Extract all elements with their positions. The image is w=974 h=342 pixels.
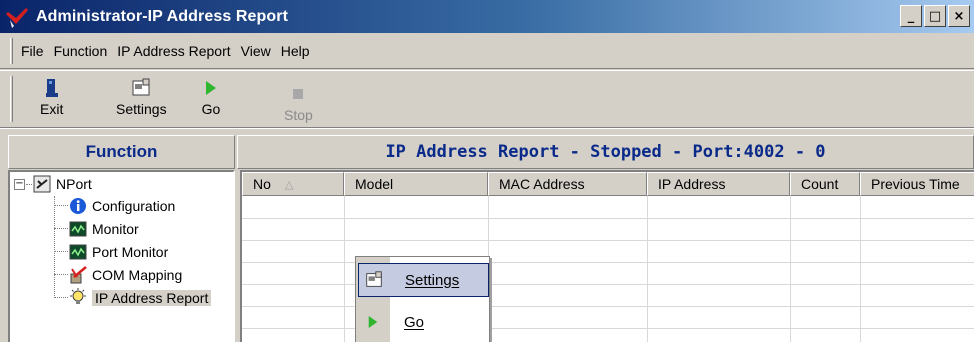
go-toolbar-button[interactable]: Go xyxy=(200,77,222,117)
stop-label: Stop xyxy=(284,107,313,123)
com-mapping-icon xyxy=(68,265,88,285)
column-header-count[interactable]: Count xyxy=(790,172,860,196)
tree-label-ip-address-report: IP Address Report xyxy=(92,290,212,306)
menu-ip-address-report[interactable]: IP Address Report xyxy=(117,43,230,59)
go-label: Go xyxy=(201,101,221,117)
settings-icon xyxy=(130,77,152,99)
menu-view[interactable]: View xyxy=(241,43,271,59)
exit-icon xyxy=(41,77,63,99)
monitor-icon xyxy=(68,219,88,239)
context-menu: Settings Go xyxy=(355,256,490,342)
toolbar-grip xyxy=(10,76,13,122)
play-icon xyxy=(358,314,388,330)
tree-node-nport[interactable]: NPort xyxy=(32,174,92,194)
menubar-grip xyxy=(10,37,13,64)
nport-device-icon xyxy=(32,174,52,194)
port-monitor-icon xyxy=(68,242,88,262)
menu-file[interactable]: File xyxy=(21,43,44,59)
tree-label-com-mapping: COM Mapping xyxy=(92,267,183,283)
tree-node-com-mapping[interactable]: COM Mapping xyxy=(68,265,182,285)
menu-function[interactable]: Function xyxy=(54,43,108,59)
tree-node-ip-address-report[interactable]: IP Address Report xyxy=(68,288,212,308)
function-panel-header: Function xyxy=(8,135,235,169)
tree-label-configuration: Configuration xyxy=(92,198,176,214)
stop-toolbar-button[interactable]: Stop xyxy=(284,83,313,123)
tree-node-monitor[interactable]: Monitor xyxy=(68,219,139,239)
close-button[interactable]: × xyxy=(948,5,970,27)
function-tree: − NPort Configuration Monitor Port Monit… xyxy=(8,170,235,342)
context-menu-go[interactable]: Go xyxy=(358,305,489,339)
column-header-ip-address[interactable]: IP Address xyxy=(647,172,790,196)
lightbulb-icon xyxy=(68,288,88,308)
tree-label-nport: NPort xyxy=(56,176,92,192)
window-titlebar: Administrator-IP Address Report _ □ × xyxy=(0,0,974,33)
column-header-mac-address[interactable]: MAC Address xyxy=(488,172,647,196)
info-icon xyxy=(68,196,88,216)
minimize-button[interactable]: _ xyxy=(900,5,922,27)
toolbar-separator xyxy=(0,127,974,129)
column-label-no: No xyxy=(253,176,271,192)
play-icon xyxy=(200,77,222,99)
tree-label-monitor: Monitor xyxy=(92,221,139,237)
report-table: No △ Model MAC Address IP Address Count … xyxy=(240,170,974,342)
toolbar: Exit Settings Go Stop xyxy=(0,70,974,127)
context-menu-settings-label: Settings xyxy=(405,271,460,289)
menu-bar: File Function IP Address Report View Hel… xyxy=(0,33,974,69)
context-menu-go-label: Go xyxy=(404,313,425,331)
exit-label: Exit xyxy=(40,101,64,117)
context-menu-settings[interactable]: Settings xyxy=(358,263,489,297)
report-panel-header: IP Address Report - Stopped - Port:4002 … xyxy=(237,135,974,169)
settings-icon xyxy=(359,270,389,290)
column-header-previous-time[interactable]: Previous Time xyxy=(860,172,974,196)
tree-collapse-toggle[interactable]: − xyxy=(14,179,25,190)
tree-node-configuration[interactable]: Configuration xyxy=(68,196,175,216)
maximize-button[interactable]: □ xyxy=(924,5,946,27)
settings-toolbar-button[interactable]: Settings xyxy=(116,77,167,117)
column-header-model[interactable]: Model xyxy=(344,172,488,196)
sort-indicator: △ xyxy=(284,177,294,191)
column-header-no[interactable]: No △ xyxy=(242,172,344,196)
app-icon xyxy=(6,7,28,28)
menu-help[interactable]: Help xyxy=(281,43,310,59)
table-header-row: No △ Model MAC Address IP Address Count … xyxy=(242,172,974,196)
tree-label-port-monitor: Port Monitor xyxy=(92,244,169,260)
settings-label: Settings xyxy=(116,101,167,117)
stop-icon xyxy=(287,83,309,105)
exit-button[interactable]: Exit xyxy=(40,77,63,117)
tree-node-port-monitor[interactable]: Port Monitor xyxy=(68,242,168,262)
window-title: Administrator-IP Address Report xyxy=(36,7,289,25)
